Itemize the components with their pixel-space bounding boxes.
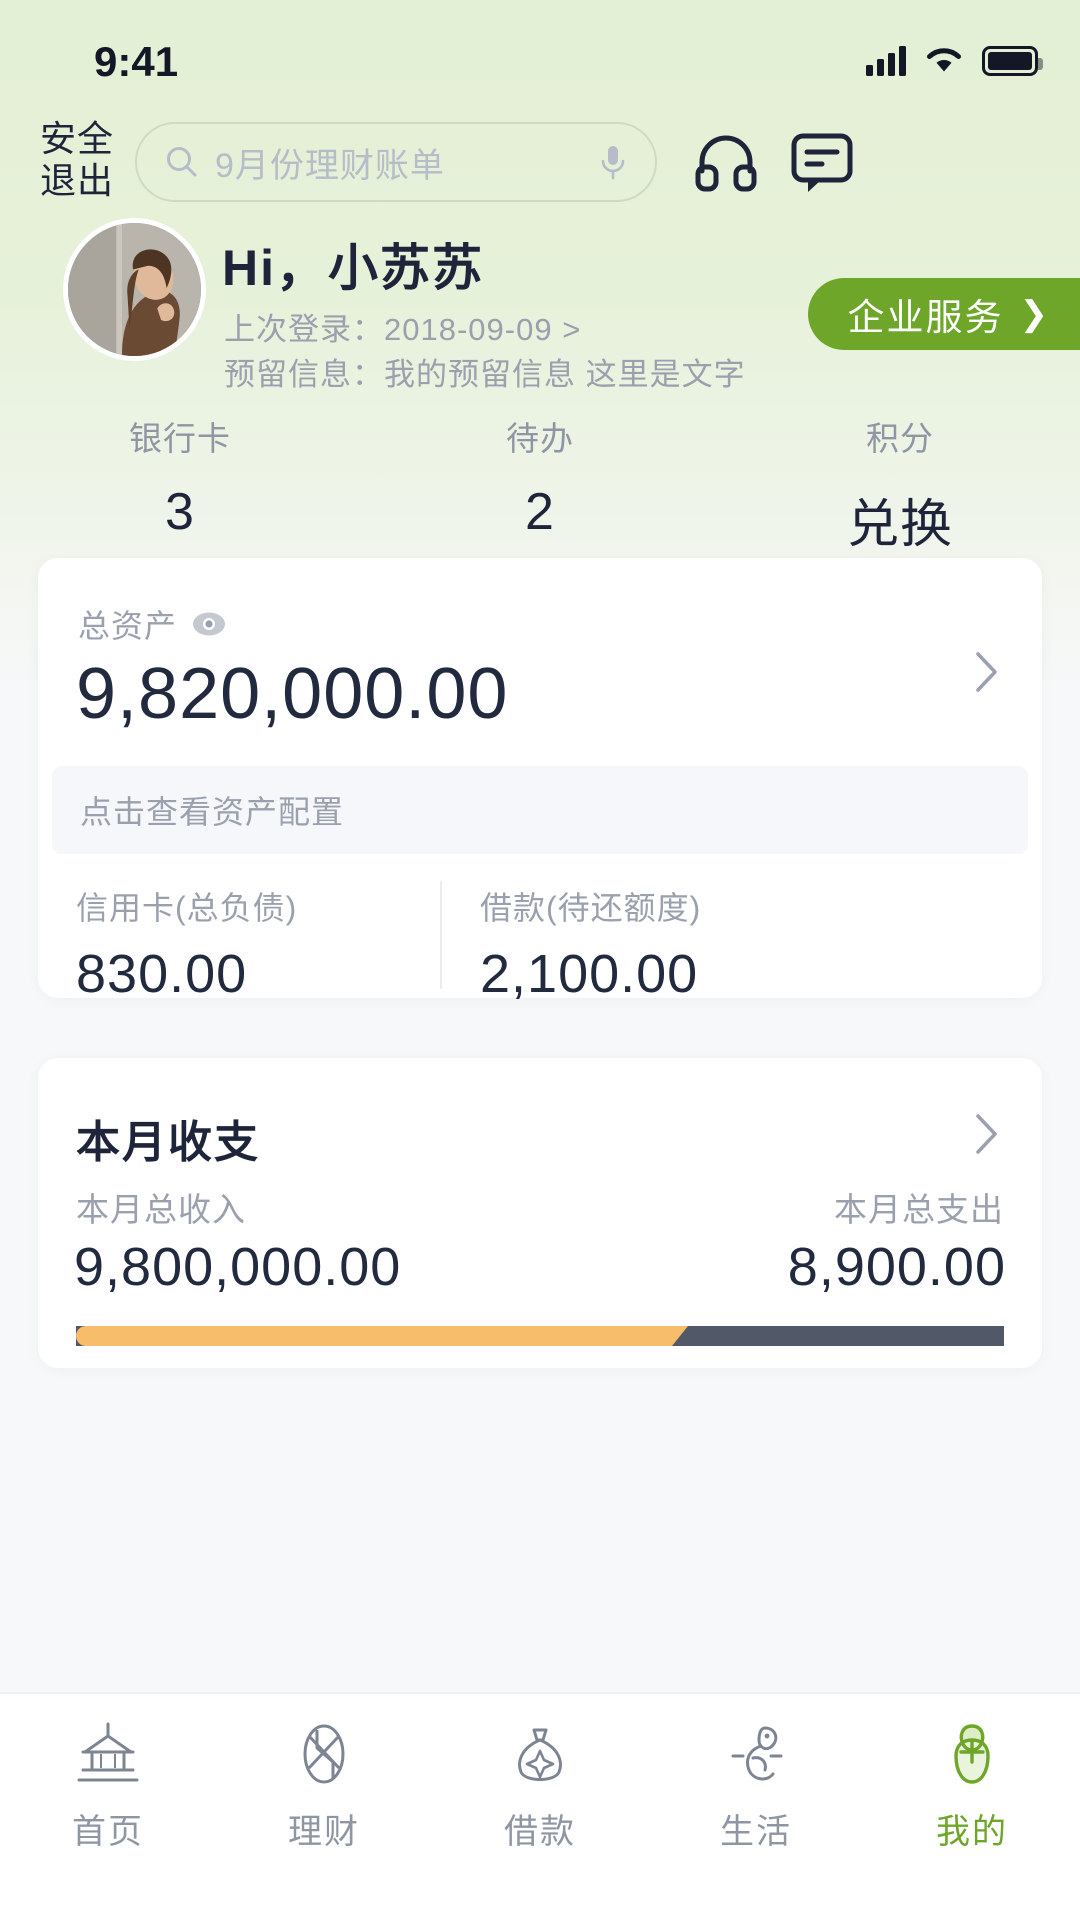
stats-row: 银行卡 3 待办 2 积分 兑换 bbox=[0, 412, 1080, 554]
search-input[interactable]: 9月份理财账单 bbox=[135, 122, 657, 202]
battery-icon bbox=[982, 46, 1043, 76]
loan-value: 2,100.00 bbox=[480, 944, 699, 1004]
divider bbox=[440, 881, 442, 989]
reserved-info-value: 我的预留信息 这里是文字 bbox=[384, 357, 746, 392]
enterprise-service-label: 企业服务 bbox=[847, 297, 1004, 338]
stat-value: 3 bbox=[165, 483, 195, 541]
money-bag-icon bbox=[518, 1728, 562, 1781]
asset-allocation-label: 点击查看资产配置 bbox=[80, 794, 345, 830]
tab-label: 首页 bbox=[72, 1813, 144, 1851]
search-icon bbox=[167, 147, 197, 177]
finance-knot-icon bbox=[303, 1724, 345, 1784]
bird-icon bbox=[731, 1726, 783, 1781]
expense-value: 8,900.00 bbox=[787, 1237, 1006, 1297]
stat-bankcards[interactable]: 银行卡 3 bbox=[0, 412, 360, 542]
chevron-right-icon[interactable] bbox=[972, 1110, 1002, 1158]
avatar[interactable] bbox=[63, 218, 206, 361]
tab-label: 我的 bbox=[936, 1813, 1008, 1851]
tab-life[interactable]: 生活 bbox=[648, 1694, 864, 1920]
loan-pending[interactable]: 借款(待还额度) 2,100.00 bbox=[480, 883, 701, 1005]
total-assets-card[interactable]: 总资产 9,820,000.00 点击查看资产配置 信用卡(总负债) 830.0… bbox=[38, 558, 1042, 1004]
profile-section: Hi，小苏苏 上次登录：2018-09-09 > 预留信息：我的预留信息 这里是… bbox=[0, 218, 1080, 398]
expense-label: 本月总支出 bbox=[834, 1191, 1004, 1228]
stat-todo[interactable]: 待办 2 bbox=[360, 412, 720, 542]
last-login-value: 2018-09-09 bbox=[384, 312, 553, 347]
income-label: 本月总收入 bbox=[76, 1191, 246, 1228]
tab-home[interactable]: 首页 bbox=[0, 1694, 216, 1920]
status-indicators bbox=[866, 44, 1043, 76]
profile-leaf-icon bbox=[954, 1724, 990, 1784]
search-placeholder: 9月份理财账单 bbox=[215, 146, 445, 185]
greeting-text: Hi，小苏苏 bbox=[222, 240, 484, 296]
income-expense-progress-bar bbox=[76, 1326, 1004, 1346]
asset-allocation-banner[interactable]: 点击查看资产配置 bbox=[52, 766, 1028, 854]
stat-label: 银行卡 bbox=[129, 420, 231, 457]
wifi-icon bbox=[927, 48, 961, 72]
loan-label: 借款(待还额度) bbox=[480, 890, 702, 926]
secure-logout-button[interactable]: 安全 退出 bbox=[34, 118, 120, 202]
signal-icon bbox=[866, 44, 906, 76]
status-bar: 9:41 bbox=[0, 0, 1080, 110]
chevron-right-icon: > bbox=[562, 312, 582, 347]
reserved-info-row: 预留信息：我的预留信息 这里是文字 bbox=[224, 349, 746, 394]
tab-loan[interactable]: 借款 bbox=[432, 1694, 648, 1920]
last-login-label: 上次登录： bbox=[224, 312, 384, 347]
eye-icon[interactable] bbox=[192, 612, 226, 636]
total-assets-label: 总资产 bbox=[78, 608, 178, 644]
tab-label: 理财 bbox=[288, 1813, 360, 1851]
chevron-right-icon: ❯ bbox=[1019, 295, 1050, 333]
tab-mine[interactable]: 我的 bbox=[864, 1694, 1080, 1920]
chevron-right-icon[interactable] bbox=[972, 648, 1002, 696]
monthly-flow-card[interactable]: 本月收支 本月总收入 本月总支出 9,800,000.00 8,900.00 bbox=[38, 1058, 1042, 1368]
stat-value: 2 bbox=[525, 483, 555, 541]
secure-logout-line1: 安全 bbox=[39, 118, 114, 159]
total-assets-label-row: 总资产 bbox=[78, 601, 226, 647]
chat-bubble-icon[interactable] bbox=[786, 126, 858, 198]
reserved-info-label: 预留信息： bbox=[224, 357, 384, 392]
stat-value: 兑换 bbox=[846, 496, 953, 554]
user-avatar bbox=[68, 223, 201, 356]
monthly-flow-values: 9,800,000.00 8,900.00 bbox=[74, 1236, 1006, 1298]
monthly-flow-title: 本月收支 bbox=[76, 1118, 260, 1167]
last-login-row[interactable]: 上次登录：2018-09-09 > bbox=[224, 304, 581, 349]
credit-card-label: 信用卡(总负债) bbox=[76, 890, 298, 926]
credit-card-value: 830.00 bbox=[76, 944, 248, 1004]
enterprise-service-button[interactable]: 企业服务 ❯ bbox=[807, 278, 1080, 350]
debt-row: 信用卡(总负债) 830.00 借款(待还额度) 2,100.00 bbox=[38, 881, 1042, 1004]
stat-label: 待办 bbox=[506, 420, 574, 457]
tab-label: 借款 bbox=[504, 1813, 576, 1851]
header-bar: 安全 退出 9月份理财账单 bbox=[0, 110, 1080, 220]
tab-finance[interactable]: 理财 bbox=[216, 1694, 432, 1920]
monthly-flow-labels: 本月总收入 本月总支出 bbox=[76, 1183, 1004, 1231]
income-value: 9,800,000.00 bbox=[74, 1237, 402, 1297]
stat-points[interactable]: 积分 兑换 bbox=[720, 412, 1080, 554]
tab-label: 生活 bbox=[720, 1813, 792, 1851]
secure-logout-line2: 退出 bbox=[39, 160, 114, 201]
stat-label: 积分 bbox=[866, 420, 934, 457]
pagoda-icon bbox=[77, 1722, 139, 1782]
status-time: 9:41 bbox=[94, 38, 179, 85]
total-assets-value: 9,820,000.00 bbox=[76, 654, 509, 734]
bottom-tab-bar: 首页 理财 借款 生活 我的 bbox=[0, 1692, 1080, 1920]
credit-card-debt[interactable]: 信用卡(总负债) 830.00 bbox=[76, 883, 297, 1005]
headset-icon[interactable] bbox=[690, 126, 762, 198]
microphone-icon[interactable] bbox=[599, 143, 627, 181]
